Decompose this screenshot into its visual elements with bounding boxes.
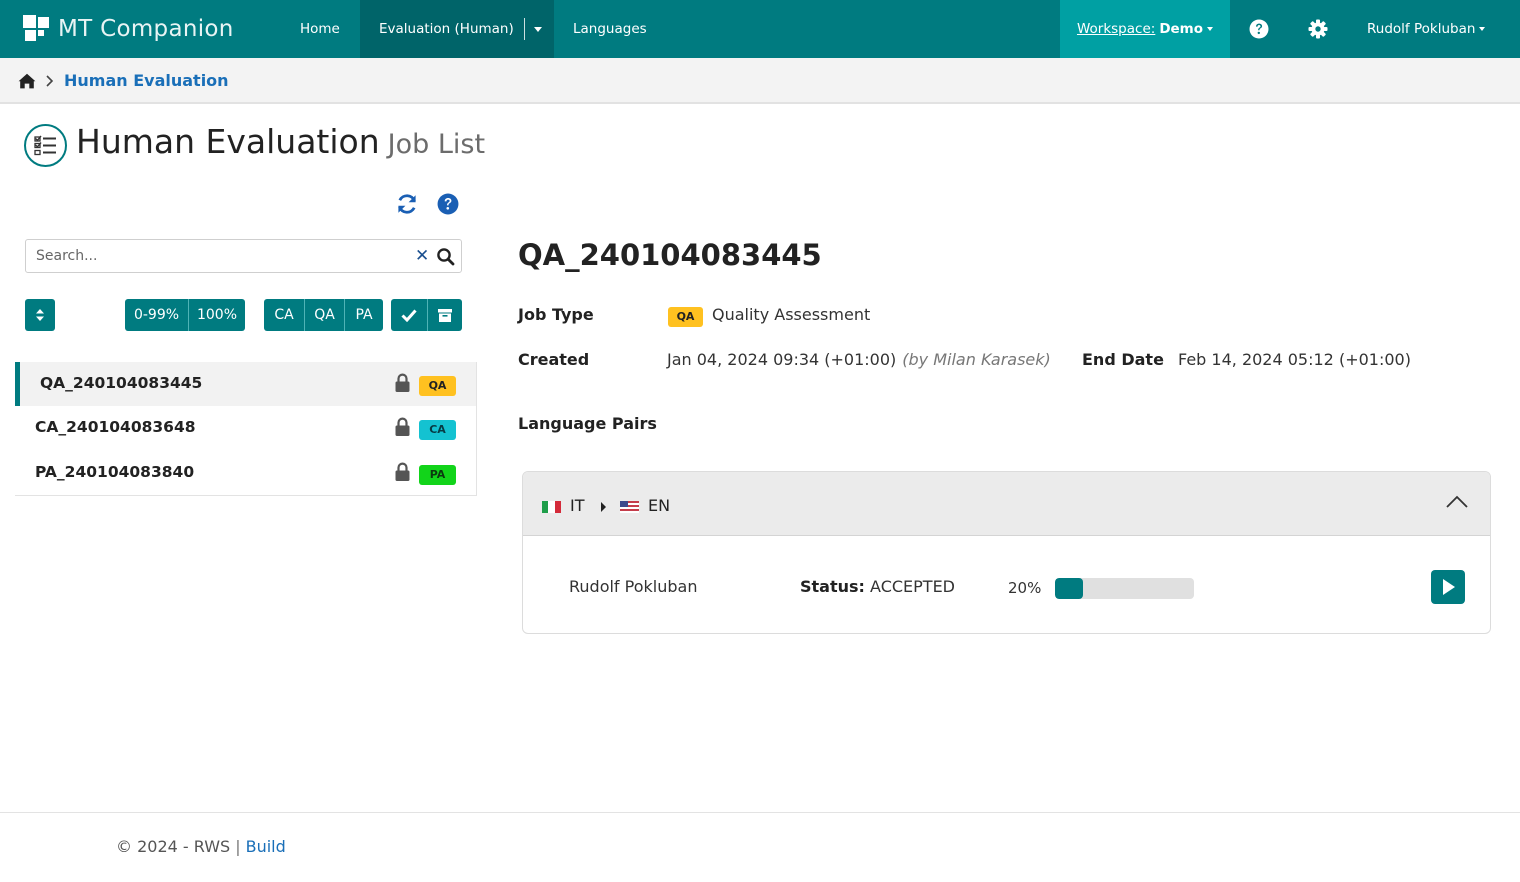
italy-flag-icon <box>542 501 561 513</box>
lock-icon <box>395 462 410 481</box>
chevron-up-icon[interactable] <box>1445 494 1469 510</box>
sort-icon <box>36 309 44 321</box>
job-type-badge: QA <box>668 307 703 327</box>
source-language: IT <box>570 496 585 515</box>
job-type-badge: CA <box>419 420 456 440</box>
created-by: (by Milan Karasek) <box>902 350 1051 369</box>
end-date-value: Feb 14, 2024 05:12 (+01:00) <box>1178 350 1411 369</box>
filter-qa-button[interactable]: QA <box>304 299 344 331</box>
job-row-pa[interactable]: PA_240104083840 PA <box>15 451 476 495</box>
footer-separator: | <box>235 837 241 856</box>
brand-name: MT Companion <box>58 16 234 42</box>
lock-icon <box>395 417 410 436</box>
gear-icon <box>1308 19 1328 39</box>
breadcrumb-human-evaluation[interactable]: Human Evaluation <box>64 71 229 90</box>
caret-right-icon <box>601 502 606 512</box>
language-pair-panel: IT EN Rudolf Pokluban Status: ACCEPTED 2… <box>522 471 1491 634</box>
page-title: Human Evaluation Job List <box>76 122 485 161</box>
sort-button[interactable] <box>25 299 55 331</box>
copyright: © 2024 - RWS <box>116 837 231 856</box>
filter-ca-button[interactable]: CA <box>264 299 304 331</box>
chevron-right-icon <box>46 75 54 87</box>
checklist-icon <box>24 124 67 167</box>
filter-pa-button[interactable]: PA <box>344 299 383 331</box>
check-icon <box>401 309 417 322</box>
workspace-name: Demo <box>1159 21 1204 37</box>
help-icon[interactable] <box>437 193 459 215</box>
settings-button[interactable] <box>1307 0 1329 58</box>
filter-100-button[interactable]: 100% <box>188 299 245 331</box>
user-menu[interactable]: Rudolf Pokluban <box>1367 0 1486 58</box>
nav-languages[interactable]: Languages <box>573 0 647 58</box>
chevron-down-icon <box>1207 27 1214 31</box>
brand-logo-icon <box>23 15 51 43</box>
workspace-dropdown[interactable]: Workspace: Demo <box>1060 0 1230 58</box>
status-value: ACCEPTED <box>870 577 955 596</box>
target-language: EN <box>648 496 671 515</box>
search-box: ✕ <box>25 239 462 273</box>
chevron-down-icon[interactable] <box>533 26 542 32</box>
home-icon[interactable] <box>18 73 36 89</box>
job-name: QA_240104083445 <box>40 374 203 392</box>
job-detail-title: QA_240104083445 <box>518 238 822 272</box>
help-button[interactable] <box>1248 0 1270 58</box>
language-pair-header[interactable]: IT EN <box>523 472 1490 536</box>
created-date: Jan 04, 2024 09:34 (+01:00) <box>667 350 897 369</box>
lock-icon <box>395 373 410 392</box>
start-evaluation-button[interactable] <box>1431 570 1465 604</box>
workspace-label: Workspace: <box>1076 21 1156 37</box>
language-pairs-label: Language Pairs <box>518 414 657 433</box>
chevron-down-icon <box>1479 27 1486 31</box>
archive-icon <box>438 308 452 322</box>
page-title-text: Human Evaluation <box>76 122 380 161</box>
job-type-badge: QA <box>419 376 456 396</box>
help-icon <box>1249 19 1269 39</box>
job-row-qa[interactable]: QA_240104083445 QA <box>15 362 476 406</box>
search-icon[interactable] <box>436 247 456 267</box>
job-name: PA_240104083840 <box>35 463 195 481</box>
refresh-icon[interactable] <box>395 192 419 216</box>
job-list: QA_240104083445 QA CA_240104083648 CA PA… <box>15 362 477 496</box>
brand[interactable]: MT Companion <box>23 14 234 44</box>
footer: © 2024 - RWS | Build <box>116 837 286 856</box>
user-name: Rudolf Pokluban <box>1367 21 1476 37</box>
nav-divider <box>523 18 525 40</box>
close-icon[interactable]: ✕ <box>415 247 429 265</box>
search-input[interactable] <box>26 240 406 272</box>
nav-evaluation-label: Evaluation (Human) <box>379 21 514 37</box>
progress-bar-fill <box>1055 578 1083 599</box>
job-type-badge: PA <box>419 465 456 485</box>
us-flag-icon <box>620 501 639 513</box>
top-navbar: MT Companion Home Evaluation (Human) Lan… <box>0 0 1520 58</box>
end-date-label: End Date <box>1082 350 1164 369</box>
assignee-name: Rudolf Pokluban <box>569 577 698 596</box>
created-value: Jan 04, 2024 09:34 (+01:00) (by Milan Kar… <box>667 350 1051 369</box>
job-type-label: Job Type <box>518 305 594 324</box>
footer-divider <box>0 812 1520 813</box>
nav-home[interactable]: Home <box>300 0 340 58</box>
filter-archived-button[interactable] <box>427 299 462 331</box>
build-link[interactable]: Build <box>246 837 286 856</box>
filter-0-99-button[interactable]: 0-99% <box>125 299 188 331</box>
breadcrumb: Human Evaluation <box>0 58 1520 104</box>
progress-bar <box>1055 578 1194 599</box>
created-label: Created <box>518 350 590 369</box>
status-label: Status: <box>800 577 865 596</box>
page-subtitle: Job List <box>387 129 486 160</box>
job-name: CA_240104083648 <box>35 418 196 436</box>
job-row-ca[interactable]: CA_240104083648 CA <box>15 406 476 450</box>
progress-percent: 20% <box>1008 579 1042 597</box>
filter-completed-button[interactable] <box>391 299 427 331</box>
assignment-status: Status: ACCEPTED <box>800 577 955 596</box>
job-type-value: Quality Assessment <box>712 305 871 324</box>
nav-evaluation[interactable]: Evaluation (Human) <box>360 0 554 58</box>
